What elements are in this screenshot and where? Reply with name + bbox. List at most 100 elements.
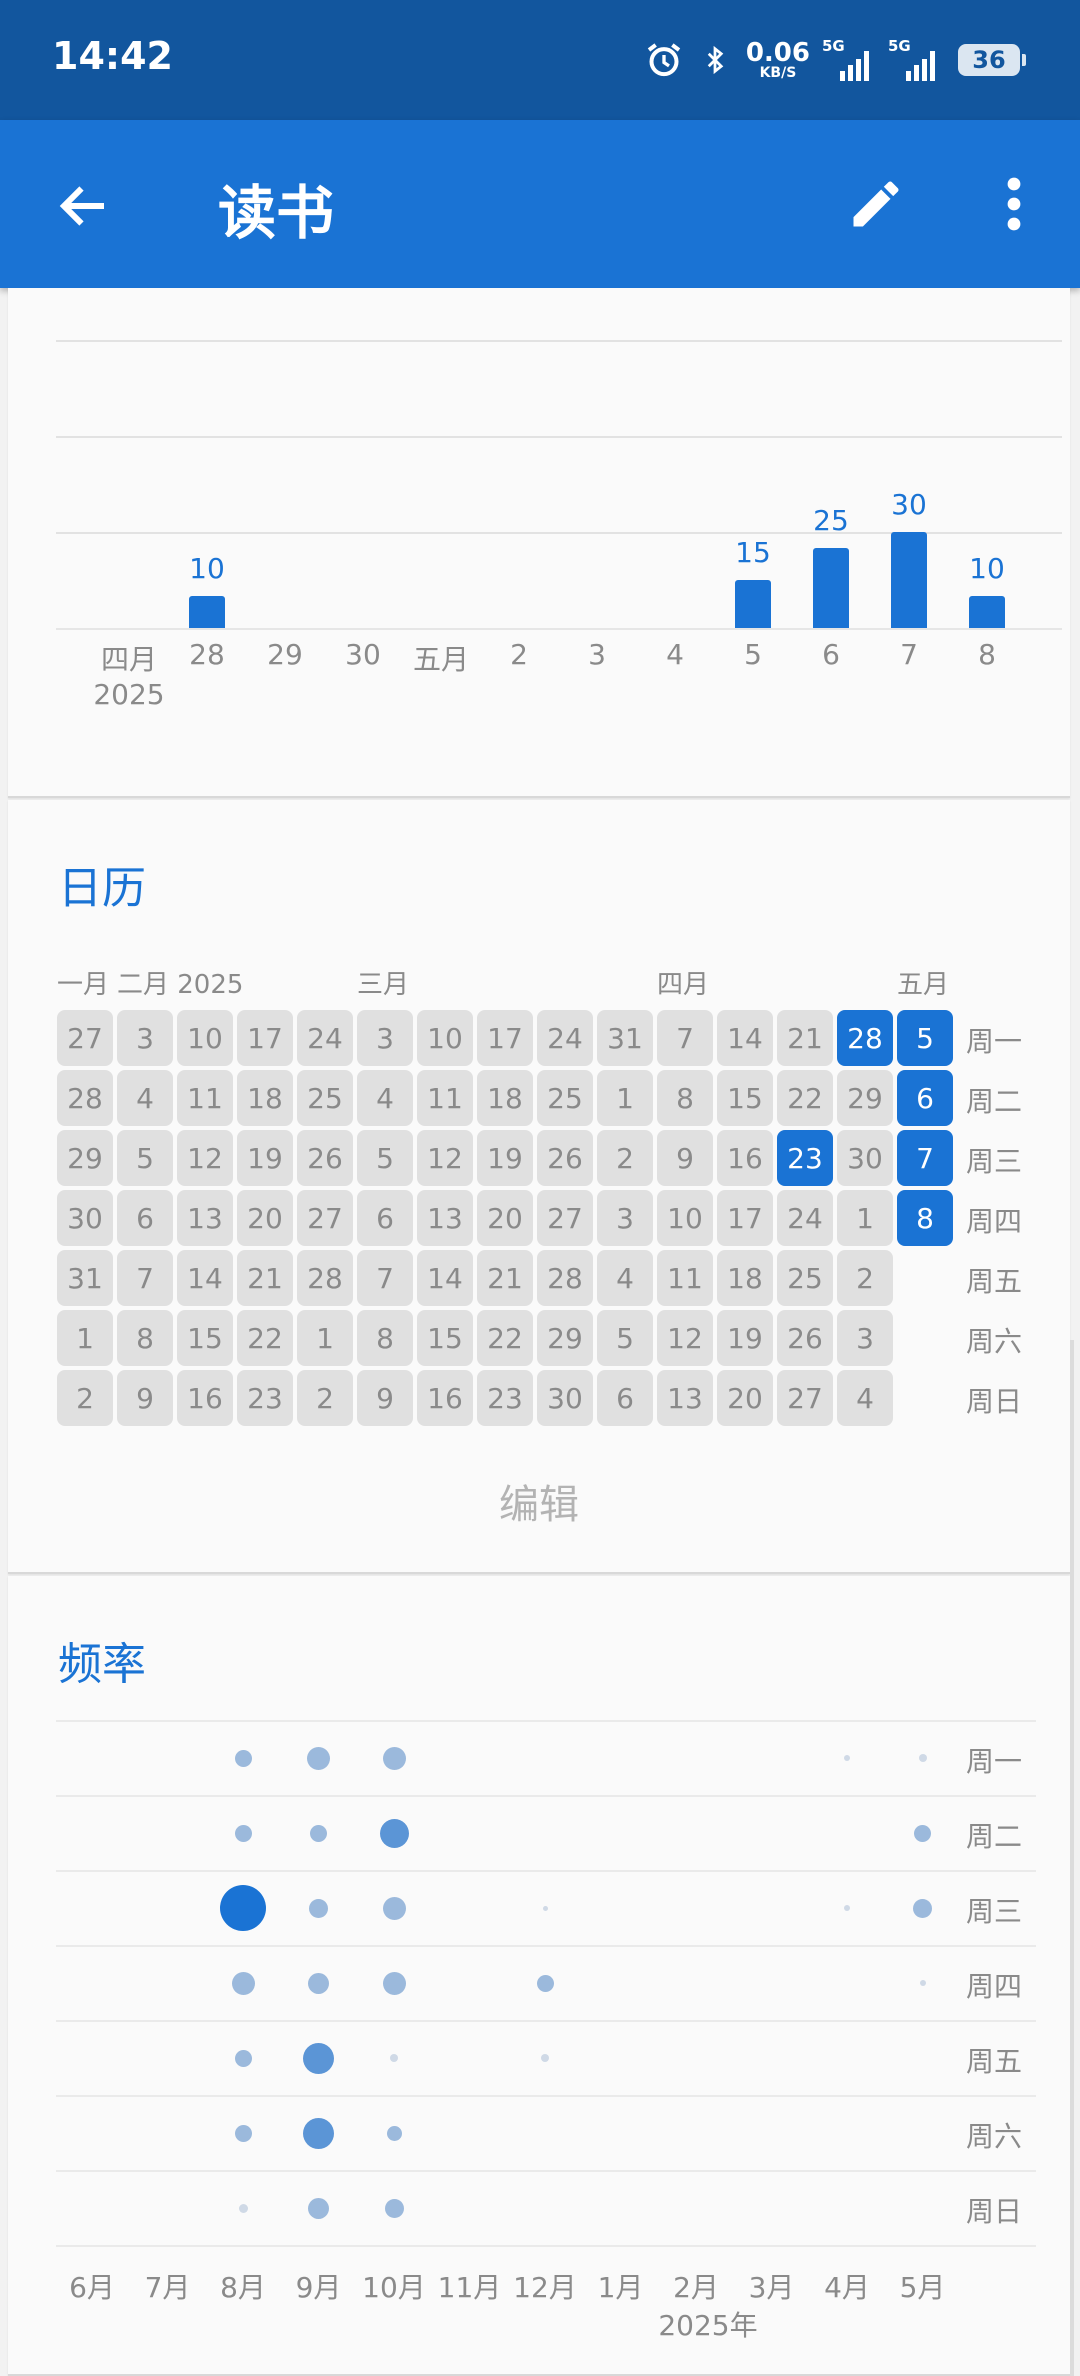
calendar-day-cell[interactable]: 27 [537,1190,593,1246]
calendar-day-cell[interactable]: 24 [777,1190,833,1246]
calendar-day-cell[interactable]: 21 [777,1010,833,1066]
calendar-day-cell[interactable]: 23 [777,1130,833,1186]
calendar-day-cell[interactable]: 11 [417,1070,473,1126]
calendar-day-cell[interactable]: 19 [237,1130,293,1186]
calendar-day-cell[interactable]: 7 [657,1010,713,1066]
calendar-day-cell[interactable]: 25 [777,1250,833,1306]
calendar-day-cell[interactable]: 28 [537,1250,593,1306]
calendar-day-cell[interactable]: 19 [477,1130,533,1186]
calendar-day-cell[interactable]: 17 [477,1010,533,1066]
calendar-day-cell[interactable]: 20 [717,1370,773,1426]
calendar-day-cell[interactable]: 17 [717,1190,773,1246]
back-arrow-icon[interactable] [54,176,114,236]
calendar-day-cell[interactable]: 26 [777,1310,833,1366]
calendar-day-cell[interactable]: 14 [717,1010,773,1066]
calendar-day-cell[interactable]: 16 [717,1130,773,1186]
calendar-day-cell[interactable]: 21 [477,1250,533,1306]
pencil-icon[interactable] [846,174,906,234]
calendar-day-cell[interactable]: 10 [657,1190,713,1246]
calendar-day-cell[interactable]: 23 [477,1370,533,1426]
calendar-day-cell[interactable]: 27 [57,1010,113,1066]
calendar-day-cell[interactable]: 13 [177,1190,233,1246]
calendar-day-cell[interactable]: 10 [417,1010,473,1066]
calendar-day-cell[interactable]: 2 [297,1370,353,1426]
calendar-day-cell[interactable]: 28 [297,1250,353,1306]
calendar-day-cell[interactable]: 2 [837,1250,893,1306]
calendar-day-cell[interactable]: 25 [537,1070,593,1126]
calendar-day-cell[interactable]: 5 [117,1130,173,1186]
calendar-day-cell[interactable]: 2 [597,1130,653,1186]
calendar-day-cell[interactable]: 6 [357,1190,413,1246]
calendar-day-cell[interactable]: 29 [837,1070,893,1126]
calendar-day-cell[interactable]: 1 [837,1190,893,1246]
calendar-day-cell[interactable]: 22 [237,1310,293,1366]
calendar-day-cell[interactable]: 20 [477,1190,533,1246]
edit-button[interactable]: 编辑 [8,1472,1070,1530]
calendar-day-cell[interactable]: 17 [237,1010,293,1066]
calendar-day-cell[interactable]: 6 [897,1070,953,1126]
calendar-day-cell[interactable]: 15 [717,1070,773,1126]
calendar-day-cell[interactable]: 3 [597,1190,653,1246]
calendar-day-cell[interactable]: 22 [777,1070,833,1126]
calendar-day-cell[interactable]: 30 [57,1190,113,1246]
calendar-day-cell[interactable]: 13 [657,1370,713,1426]
calendar-day-cell[interactable]: 8 [117,1310,173,1366]
calendar-day-cell[interactable]: 9 [357,1370,413,1426]
calendar-day-cell[interactable]: 12 [417,1130,473,1186]
calendar-day-cell[interactable]: 1 [297,1310,353,1366]
calendar-day-cell[interactable]: 9 [657,1130,713,1186]
calendar-day-cell[interactable]: 8 [357,1310,413,1366]
calendar-day-cell[interactable]: 28 [837,1010,893,1066]
calendar-day-cell[interactable]: 8 [897,1190,953,1246]
calendar-day-cell[interactable]: 15 [417,1310,473,1366]
calendar-day-cell[interactable]: 5 [357,1130,413,1186]
calendar-day-cell[interactable]: 7 [117,1250,173,1306]
calendar-day-cell[interactable]: 4 [597,1250,653,1306]
calendar-day-cell[interactable]: 19 [717,1310,773,1366]
calendar-day-cell[interactable]: 3 [837,1310,893,1366]
calendar-day-cell[interactable]: 18 [717,1250,773,1306]
calendar-day-cell[interactable]: 18 [477,1070,533,1126]
calendar-day-cell[interactable]: 11 [177,1070,233,1126]
calendar-day-cell[interactable]: 5 [897,1010,953,1066]
calendar-day-cell[interactable]: 4 [357,1070,413,1126]
calendar-day-cell[interactable]: 16 [177,1370,233,1426]
calendar-day-cell[interactable]: 1 [57,1310,113,1366]
calendar-day-cell[interactable]: 10 [177,1010,233,1066]
calendar-day-cell[interactable]: 16 [417,1370,473,1426]
calendar-day-cell[interactable]: 3 [117,1010,173,1066]
calendar-day-cell[interactable]: 30 [837,1130,893,1186]
calendar-day-cell[interactable]: 15 [177,1310,233,1366]
calendar-day-cell[interactable]: 25 [297,1070,353,1126]
calendar-day-cell[interactable]: 13 [417,1190,473,1246]
calendar-day-cell[interactable]: 31 [597,1010,653,1066]
calendar-day-cell[interactable]: 26 [297,1130,353,1186]
calendar-day-cell[interactable]: 8 [657,1070,713,1126]
calendar-day-cell[interactable]: 31 [57,1250,113,1306]
calendar-day-cell[interactable]: 24 [537,1010,593,1066]
calendar-day-cell[interactable]: 21 [237,1250,293,1306]
calendar-day-cell[interactable]: 4 [117,1070,173,1126]
calendar-day-cell[interactable]: 11 [657,1250,713,1306]
calendar-day-cell[interactable]: 2 [57,1370,113,1426]
calendar-day-cell[interactable]: 27 [297,1190,353,1246]
calendar-day-cell[interactable]: 27 [777,1370,833,1426]
calendar-day-cell[interactable]: 7 [357,1250,413,1306]
calendar-day-cell[interactable]: 1 [597,1070,653,1126]
calendar-day-cell[interactable]: 3 [357,1010,413,1066]
calendar-day-cell[interactable]: 28 [57,1070,113,1126]
calendar-day-cell[interactable]: 23 [237,1370,293,1426]
calendar-day-cell[interactable]: 5 [597,1310,653,1366]
calendar-day-cell[interactable]: 29 [57,1130,113,1186]
calendar-day-cell[interactable]: 4 [837,1370,893,1426]
calendar-day-cell[interactable]: 30 [537,1370,593,1426]
calendar-day-cell[interactable]: 6 [117,1190,173,1246]
calendar-day-cell[interactable]: 22 [477,1310,533,1366]
calendar-day-cell[interactable]: 18 [237,1070,293,1126]
calendar-day-cell[interactable]: 29 [537,1310,593,1366]
calendar-day-cell[interactable]: 20 [237,1190,293,1246]
more-vert-icon[interactable] [994,174,1034,234]
calendar-day-cell[interactable]: 14 [417,1250,473,1306]
calendar-day-cell[interactable]: 6 [597,1370,653,1426]
calendar-day-cell[interactable]: 9 [117,1370,173,1426]
